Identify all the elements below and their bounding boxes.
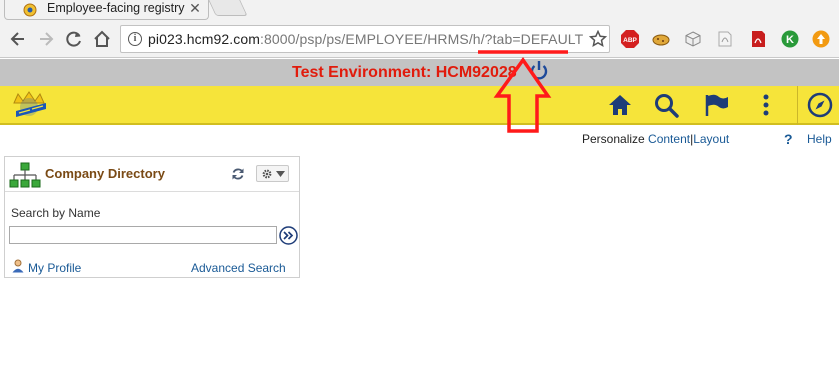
flag-icon[interactable] <box>703 91 731 119</box>
url-text[interactable]: pi023.hcm92.com:8000/psp/ps/EMPLOYEE/HRM… <box>148 31 583 47</box>
close-icon[interactable]: ✕ <box>187 0 203 16</box>
tab-title: Employee-facing registry <box>47 1 185 15</box>
person-icon <box>12 259 24 273</box>
address-bar[interactable]: i pi023.hcm92.com:8000/psp/ps/EMPLOYEE/H… <box>120 25 610 53</box>
environment-label: Test Environment: HCM92028 <box>292 64 517 81</box>
personalize-layout-link[interactable]: Layout <box>693 132 729 146</box>
cube-icon[interactable] <box>684 30 702 48</box>
company-directory-pagelet: Company Directory Search by Name My Prof… <box>4 156 300 278</box>
info-icon[interactable]: i <box>128 32 142 46</box>
home-icon[interactable] <box>606 91 634 119</box>
refresh-icon[interactable] <box>231 167 245 181</box>
acrobat-icon[interactable] <box>749 30 767 48</box>
power-icon[interactable] <box>528 59 550 81</box>
super-kings-logo-icon <box>13 91 46 117</box>
pagelet-title: Company Directory <box>45 166 165 181</box>
navigation-bar <box>0 86 839 125</box>
svg-text:ABP: ABP <box>623 37 637 44</box>
org-chart-icon <box>9 162 41 188</box>
nav-divider <box>797 86 798 125</box>
personalize-label: Personalize <box>582 132 645 146</box>
pdf-icon[interactable] <box>716 30 734 48</box>
browser-toolbar: i pi023.hcm92.com:8000/psp/ps/EMPLOYEE/H… <box>0 20 839 58</box>
my-profile-link[interactable]: My Profile <box>28 261 81 275</box>
svg-text:K: K <box>786 34 794 46</box>
tab-strip: Employee-facing registry ✕ <box>0 0 839 20</box>
navbar-compass-icon[interactable] <box>806 91 834 119</box>
abp-icon[interactable]: ABP <box>621 30 639 48</box>
favicon-icon <box>23 3 37 17</box>
forward-icon[interactable] <box>36 29 56 49</box>
advanced-search-link[interactable]: Advanced Search <box>191 261 286 275</box>
up-arrow-icon[interactable] <box>812 30 830 48</box>
help-link[interactable]: Help <box>807 132 832 146</box>
search-by-name-label: Search by Name <box>11 206 101 220</box>
cookie-icon[interactable] <box>652 30 670 48</box>
bookmark-star-icon[interactable] <box>589 30 607 48</box>
browser-tab[interactable]: Employee-facing registry ✕ <box>4 0 209 20</box>
search-go-icon[interactable] <box>279 226 298 245</box>
search-by-name-input[interactable] <box>9 226 277 244</box>
chevron-down-icon <box>276 171 285 177</box>
personalize-bar: Personalize Content|Layout ? Help <box>0 126 839 152</box>
back-icon[interactable] <box>8 29 28 49</box>
reload-icon[interactable] <box>64 29 84 49</box>
new-tab-button[interactable] <box>208 0 248 16</box>
pagelet-actions-button[interactable] <box>256 165 289 182</box>
gear-icon <box>262 169 272 179</box>
home-icon[interactable] <box>92 29 112 49</box>
personalize-text: Personalize Content|Layout <box>582 132 729 146</box>
personalize-content-link[interactable]: Content <box>648 132 690 146</box>
k-icon[interactable]: K <box>781 30 799 48</box>
search-icon[interactable] <box>652 91 680 119</box>
help-icon[interactable]: ? <box>784 131 793 147</box>
pagelet-header: Company Directory <box>5 157 299 192</box>
more-options-icon[interactable] <box>752 91 780 119</box>
environment-bar: Test Environment: HCM92028 <box>0 59 839 86</box>
